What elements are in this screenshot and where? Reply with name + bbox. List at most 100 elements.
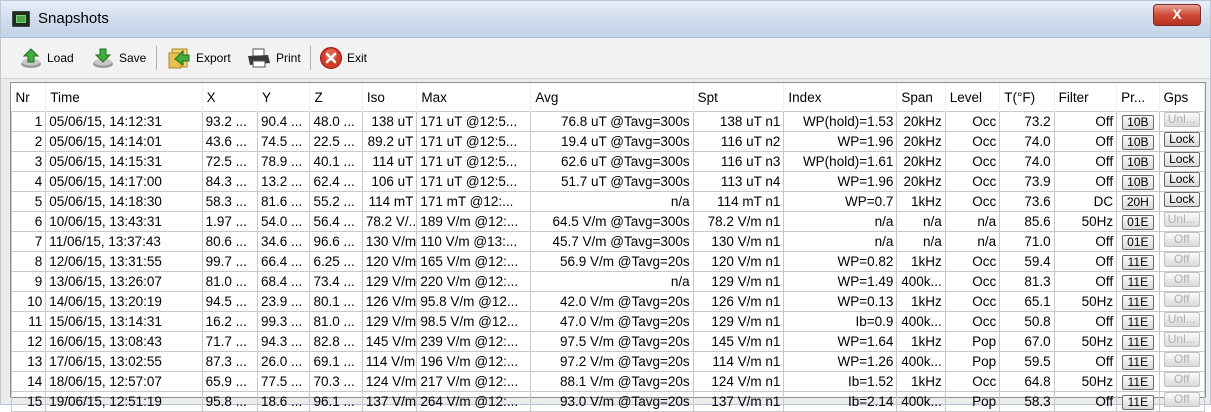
table-row[interactable]: 13 17/06/15, 13:02:55 87.3 ... 26.0 ... 69.1… <box>10 351 1206 372</box>
table-cell: 71.7 ... <box>201 331 259 352</box>
table-cell: 50Hz <box>1053 291 1118 312</box>
exit-button[interactable]: Exit <box>319 44 367 72</box>
table-cell: 01E <box>1116 231 1160 252</box>
preset-button[interactable]: 11E <box>1121 275 1154 290</box>
table-cell: 34.6 ... <box>257 231 311 252</box>
table-row[interactable]: 2 05/06/15, 14:14:01 43.6 ... 74.5 ... 22.5 … <box>10 131 1206 152</box>
table-row[interactable]: 1 05/06/15, 14:12:31 93.2 ... 90.4 ... 48.0 … <box>10 111 1206 132</box>
table-row[interactable]: 5 05/06/15, 14:18:30 58.3 ... 81.6 ... 55.2 … <box>10 191 1206 212</box>
gps-button[interactable]: Unl... <box>1163 212 1200 227</box>
table-cell: WP=0.13 <box>783 291 898 312</box>
gps-button[interactable]: Unl... <box>1163 112 1200 127</box>
table-cell: 62.4 ... <box>309 171 363 192</box>
gps-button[interactable]: Lock <box>1163 152 1200 167</box>
column-header[interactable]: Pr... <box>1116 83 1160 112</box>
gps-button[interactable]: Lock <box>1163 172 1200 187</box>
table-cell: 64.8 <box>999 371 1055 392</box>
gps-button[interactable]: Unl... <box>1163 332 1200 347</box>
table-cell: 113 uT n4 <box>692 171 785 192</box>
gps-button[interactable]: Lock <box>1163 192 1200 207</box>
preset-button[interactable]: 11E <box>1121 295 1154 310</box>
preset-button[interactable]: 11E <box>1121 395 1154 410</box>
preset-button[interactable]: 11E <box>1121 375 1154 390</box>
table-cell: 82.8 ... <box>309 331 363 352</box>
table-cell: 110 V/m @13:... <box>416 231 532 252</box>
title-bar[interactable]: Snapshots X <box>1 1 1210 38</box>
table-row[interactable]: 8 12/06/15, 13:31:55 99.7 ... 66.4 ... 6.25 … <box>10 251 1206 272</box>
preset-button[interactable]: 11E <box>1121 255 1154 270</box>
column-header[interactable]: Level <box>945 83 1001 112</box>
column-header[interactable]: Nr <box>11 83 47 112</box>
table-cell: 20kHz <box>896 171 946 192</box>
table-cell: Pop <box>944 391 1001 412</box>
table-cell: 80.1 ... <box>309 291 363 312</box>
column-header[interactable]: Gps <box>1159 83 1206 112</box>
gps-button[interactable]: Off <box>1163 232 1200 247</box>
table-cell: Off <box>1053 171 1118 192</box>
table-cell: 126 V/m n1 <box>692 291 785 312</box>
preset-button[interactable]: 11E <box>1121 315 1154 330</box>
column-header[interactable]: Index <box>783 83 898 112</box>
gps-button[interactable]: Unl... <box>1163 312 1200 327</box>
column-header[interactable]: Filter <box>1054 83 1118 112</box>
table-cell: 120 V/m <box>361 251 418 272</box>
preset-button[interactable]: 01E <box>1121 215 1154 230</box>
table-cell: 95.8 ... <box>201 391 259 412</box>
preset-button[interactable]: 11E <box>1121 355 1154 370</box>
column-header[interactable]: Iso <box>362 83 418 112</box>
table-cell: Lock <box>1158 191 1206 212</box>
gps-button[interactable]: Off <box>1163 372 1200 387</box>
preset-button[interactable]: 01E <box>1121 235 1154 250</box>
gps-button[interactable]: Off <box>1163 272 1200 287</box>
gps-button[interactable]: Lock <box>1163 132 1200 147</box>
print-button[interactable]: Print <box>246 44 301 72</box>
table-cell: 56.4 ... <box>309 211 363 232</box>
table-row[interactable]: 15 19/06/15, 12:51:19 95.8 ... 18.6 ... 96.1… <box>10 391 1206 412</box>
gps-button[interactable]: Off <box>1163 352 1200 367</box>
table-row[interactable]: 6 10/06/15, 13:43:31 1.97 ... 54.0 ... 56.4 … <box>10 211 1206 232</box>
column-header[interactable]: Y <box>257 83 311 112</box>
snapshots-grid[interactable]: Nr Time X Y Z Iso Max Avg Spt Index Span Level T(°F)… <box>10 82 1206 412</box>
snapshots-table: Nr Time X Y Z Iso Max Avg Spt Index Span Level T(°F)… <box>10 83 1206 412</box>
preset-button[interactable]: 10B <box>1121 135 1154 150</box>
column-header[interactable]: Avg <box>530 83 694 112</box>
table-row[interactable]: 14 18/06/15, 12:57:07 65.9 ... 77.5 ... 70.3… <box>10 371 1206 392</box>
table-cell: 64.5 V/m @Tavg=300s <box>530 211 694 232</box>
table-row[interactable]: 9 13/06/15, 13:26:07 81.0 ... 68.4 ... 73.4 … <box>10 271 1206 292</box>
table-row[interactable]: 10 14/06/15, 13:20:19 94.5 ... 23.9 ... 80.1… <box>10 291 1206 312</box>
table-row[interactable]: 7 11/06/15, 13:37:43 80.6 ... 34.6 ... 96.6 … <box>10 231 1206 252</box>
table-cell: 11/06/15, 13:37:43 <box>45 231 203 252</box>
column-header[interactable]: X <box>202 83 259 112</box>
column-header[interactable]: Time <box>45 83 203 112</box>
column-header[interactable]: T(°F) <box>999 83 1055 112</box>
gps-button[interactable]: Off <box>1163 292 1200 307</box>
export-button[interactable]: Export <box>166 44 231 72</box>
table-cell: 1kHz <box>896 371 946 392</box>
table-cell: 88.1 V/m @Tavg=20s <box>530 371 694 392</box>
table-cell: 95.8 V/m @12... <box>416 291 532 312</box>
column-header[interactable]: Span <box>896 83 946 112</box>
preset-button[interactable]: 10B <box>1121 155 1154 170</box>
table-row[interactable]: 4 05/06/15, 14:17:00 84.3 ... 13.2 ... 62.4 … <box>10 171 1206 192</box>
table-cell: Pop <box>944 351 1001 372</box>
table-row[interactable]: 12 16/06/15, 13:08:43 71.7 ... 94.3 ... 82.8… <box>10 331 1206 352</box>
column-header[interactable]: Z <box>309 83 363 112</box>
load-button[interactable]: Load <box>19 44 74 72</box>
printer-icon <box>248 48 270 68</box>
preset-button[interactable]: 11E <box>1121 335 1154 350</box>
table-cell: 239 V/m @12:... <box>416 331 532 352</box>
preset-button[interactable]: 10B <box>1121 115 1154 130</box>
preset-button[interactable]: 20H <box>1121 195 1154 210</box>
column-header[interactable]: Max <box>416 83 532 112</box>
gps-button[interactable]: Off <box>1163 252 1200 267</box>
column-header[interactable]: Spt <box>693 83 785 112</box>
save-button[interactable]: Save <box>91 44 146 72</box>
table-cell: Lock <box>1158 171 1206 192</box>
table-cell: 76.8 uT @Tavg=300s <box>530 111 694 132</box>
table-row[interactable]: 11 15/06/15, 13:14:31 16.2 ... 99.3 ... 81.0… <box>10 311 1206 332</box>
preset-button[interactable]: 10B <box>1121 175 1154 190</box>
table-row[interactable]: 3 05/06/15, 14:15:31 72.5 ... 78.9 ... 40.1 … <box>10 151 1206 172</box>
table-cell: 73.9 <box>999 171 1055 192</box>
close-button[interactable]: X <box>1153 4 1201 26</box>
table-cell: Off <box>1158 371 1206 392</box>
